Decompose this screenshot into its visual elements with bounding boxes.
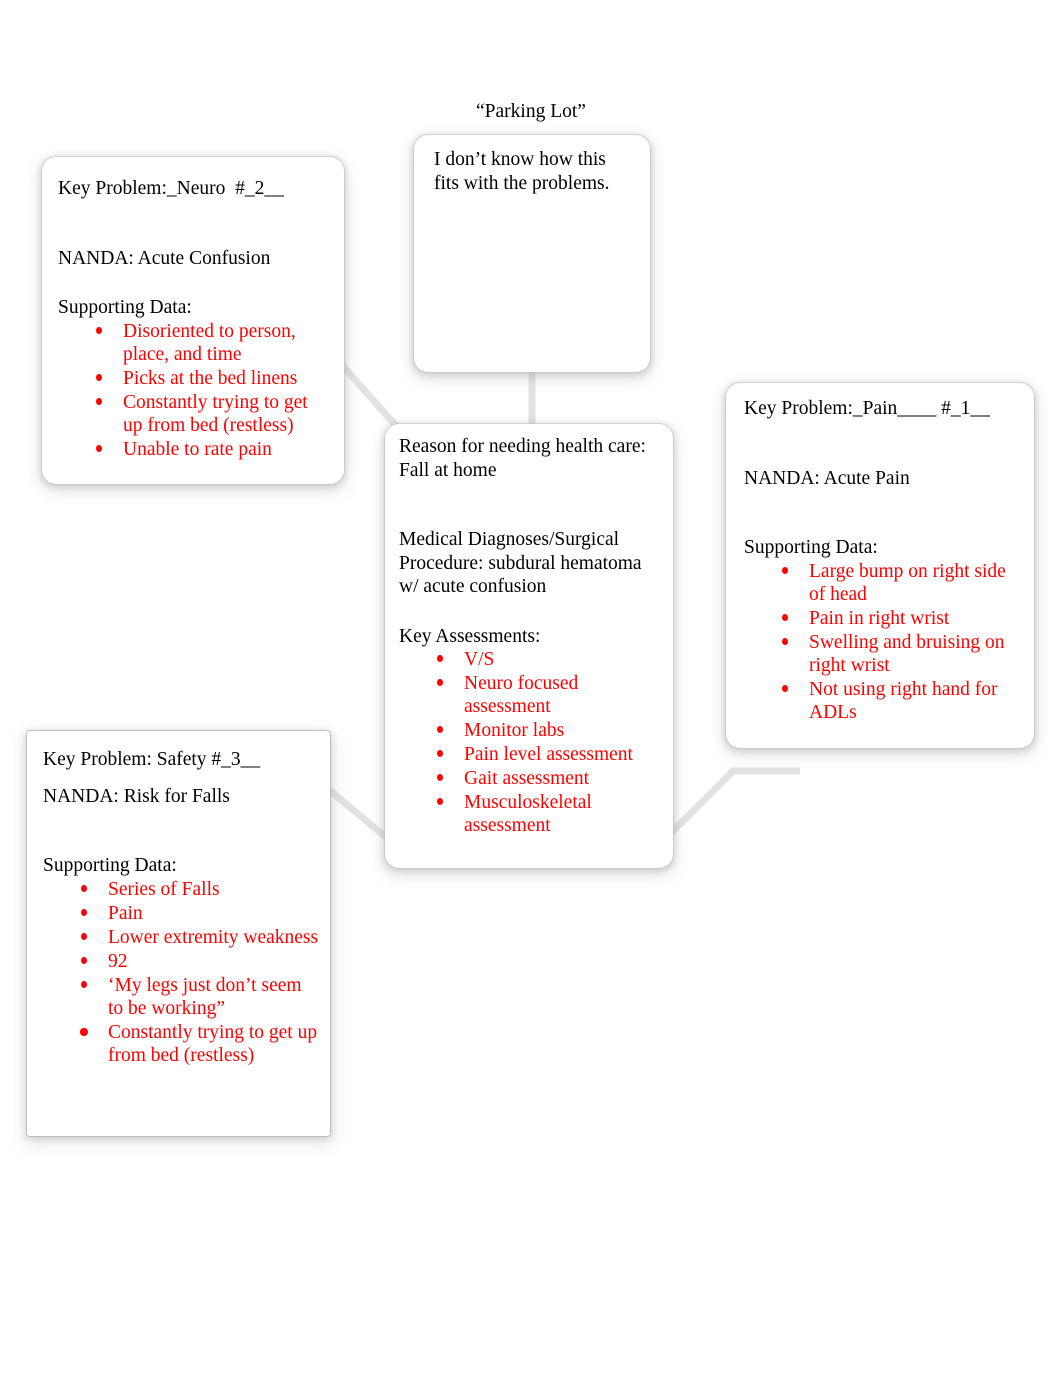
safety-supporting-label: Supporting Data: xyxy=(43,855,177,876)
list-item: Unable to rate pain xyxy=(92,438,332,461)
key-problem-pain-box[interactable]: Key Problem:_Pain____ #_1__ NANDA: Acute… xyxy=(726,383,1034,748)
pain-supporting-list: Large bump on right side of head Pain in… xyxy=(744,560,1022,724)
list-item: Constantly trying to get up from bed (re… xyxy=(92,391,332,437)
center-box-content: Reason for needing health care: Fall at … xyxy=(385,424,673,848)
list-item: V/S xyxy=(433,648,659,671)
safety-nanda: NANDA: Risk for Falls xyxy=(43,785,230,807)
connector-safety-center xyxy=(325,786,396,846)
list-item: Pain in right wrist xyxy=(778,607,1022,630)
parking-lot-title: “Parking Lot” xyxy=(476,101,586,122)
list-item: Series of Falls xyxy=(77,878,320,901)
pain-nanda: NANDA: Acute Pain xyxy=(744,467,910,489)
list-item: Picks at the bed linens xyxy=(92,367,332,390)
center-reason: Reason for needing health care: Fall at … xyxy=(399,436,651,481)
parking-lot-box[interactable]: I don’t know how this fits with the prob… xyxy=(414,135,650,372)
pain-supporting-label: Supporting Data: xyxy=(744,537,878,558)
center-assessments-label: Key Assessments: xyxy=(399,625,541,647)
pain-box-content: Key Problem:_Pain____ #_1__ NANDA: Acute… xyxy=(726,383,1034,735)
parking-lot-note: I don’t know how this fits with the prob… xyxy=(434,149,611,194)
center-reason-box[interactable]: Reason for needing health care: Fall at … xyxy=(385,424,673,868)
neuro-nanda: NANDA: Acute Confusion xyxy=(58,247,271,269)
list-item: Gait assessment xyxy=(433,767,659,790)
list-item: Swelling and bruising on right wrist xyxy=(778,631,1022,677)
pain-header: Key Problem:_Pain____ #_1__ xyxy=(744,398,990,419)
list-item: Disoriented to person, place, and time xyxy=(92,320,332,366)
list-item: Pain level assessment xyxy=(433,743,659,766)
parking-lot-box-content: I don’t know how this fits with the prob… xyxy=(414,135,650,205)
connector-center-pain xyxy=(665,767,800,839)
list-item: Musculoskeletal assessment xyxy=(433,791,659,837)
list-item: Large bump on right side of head xyxy=(778,560,1022,606)
center-diagnoses: Medical Diagnoses/Surgical Procedure: su… xyxy=(399,529,647,597)
list-item: Lower extremity weakness xyxy=(77,926,320,949)
neuro-box-content: Key Problem:_Neuro #_2__ NANDA: Acute Co… xyxy=(42,157,344,472)
center-assessments-list: V/S Neuro focused assessment Monitor lab… xyxy=(399,648,659,837)
list-item: Not using right hand for ADLs xyxy=(778,678,1022,724)
neuro-header: Key Problem:_Neuro #_2__ xyxy=(58,178,284,199)
neuro-supporting-list: Disoriented to person, place, and time P… xyxy=(58,320,332,461)
safety-box-content: Key Problem: Safety #_3__ NANDA: Risk fo… xyxy=(27,731,330,1078)
list-item: Constantly trying to get up from bed (re… xyxy=(77,1021,320,1067)
list-item: 92 xyxy=(77,950,320,973)
safety-supporting-list: Series of Falls Pain Lower extremity wea… xyxy=(43,878,320,1067)
neuro-supporting-label: Supporting Data: xyxy=(58,297,192,318)
list-item: Monitor labs xyxy=(433,719,659,742)
list-item: Neuro focused assessment xyxy=(433,672,659,718)
key-problem-neuro-box[interactable]: Key Problem:_Neuro #_2__ NANDA: Acute Co… xyxy=(42,157,344,484)
list-item: Pain xyxy=(77,902,320,925)
list-item: ‘My legs just don’t seem to be working” xyxy=(77,974,320,1020)
safety-header: Key Problem: Safety #_3__ xyxy=(43,749,261,770)
key-problem-safety-box[interactable]: Key Problem: Safety #_3__ NANDA: Risk fo… xyxy=(27,731,330,1136)
